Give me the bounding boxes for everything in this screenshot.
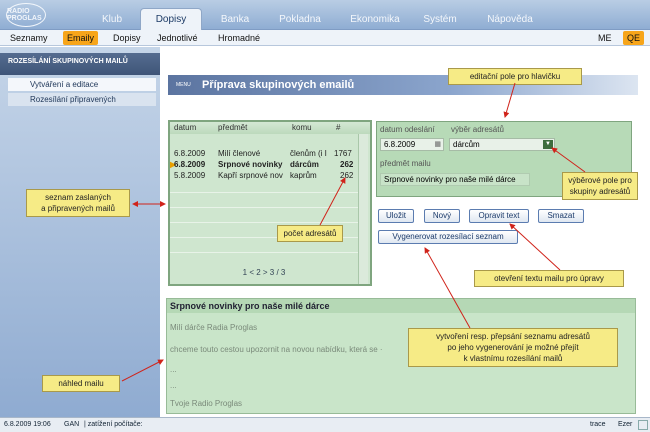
edit-text-button[interactable]: Opravit text (469, 209, 529, 223)
generate-list-button[interactable]: Vygenerovat rozesílací seznam (378, 230, 518, 244)
cell-predmet: Srpnové novinky (218, 160, 283, 169)
tab-dopisy[interactable]: Dopisy (140, 8, 202, 30)
date-value: 6.8.2009 (384, 140, 416, 149)
callout-list: seznam zaslaných a připravených mailů (26, 189, 130, 217)
preview-line: Tvoje Radio Proglas (170, 399, 243, 408)
col-komu[interactable]: komu (292, 123, 312, 132)
recipients-select[interactable]: dárcům ▼ (449, 138, 555, 151)
delete-button[interactable]: Smazat (538, 209, 584, 223)
save-button[interactable]: Uložit (378, 209, 414, 223)
status-lang: Ezer (618, 421, 633, 428)
preview-title: Srpnové novinky pro naše milé dárce (167, 299, 635, 313)
subtab-seznamy[interactable]: Seznamy (6, 31, 52, 45)
status-user: GAN (64, 421, 80, 428)
tab-ekonomika[interactable]: Ekonomika (345, 8, 405, 30)
grid-header: datum předmět komu # (170, 122, 370, 134)
recipients-label: výběr adresátů (451, 125, 504, 134)
subject-label: předmět mailu (380, 159, 431, 168)
tab-banka[interactable]: Banka (210, 8, 260, 30)
status-load: | zatížení počítače: (84, 421, 143, 428)
grid-line (170, 207, 358, 208)
cell-datum: 6.8.2009 (174, 149, 206, 158)
preview-line: chceme touto cestou upozornit na novou n… (170, 345, 383, 354)
status-trace[interactable]: trace (590, 421, 606, 428)
cell-predmet: Milí členové (218, 149, 261, 158)
status-bar: 6.8.2009 19:06 GAN | zatížení počítače: … (0, 417, 650, 432)
callout-count: počet adresátů (277, 225, 343, 242)
email-list-grid[interactable]: datum předmět komu # 6.8.2009 Milí členo… (168, 120, 372, 286)
subtab-me[interactable]: ME (594, 31, 616, 45)
preview-line: Milí dárče Radia Proglas (170, 323, 258, 332)
sidebar-header: ROZESÍLÁNÍ SKUPINOVÝCH MAILŮ (0, 53, 160, 75)
callout-open-text: otevření textu mailu pro úpravy (474, 270, 624, 287)
grid-line (170, 252, 358, 253)
status-datetime: 6.8.2009 19:06 (4, 421, 51, 428)
tab-klub[interactable]: Klub (92, 8, 132, 30)
subject-field[interactable]: Srpnové novinky pro naše milé dárce (380, 173, 530, 186)
grid-scrollbar[interactable] (358, 134, 368, 284)
col-predmet[interactable]: předmět (218, 123, 247, 132)
cell-datum: 6.8.2009 (174, 160, 206, 169)
cell-predmet: Kapří srpnové nov (218, 171, 283, 180)
sidebar-item-rozesilani[interactable]: Rozesílání připravených (8, 93, 156, 106)
date-label: datum odeslání (380, 125, 435, 134)
table-row[interactable]: 5.8.2009 Kapří srpnové nov kaprům 262 (170, 170, 358, 181)
callout-preview: náhled mailu (42, 375, 120, 392)
tab-napoveda[interactable]: Nápověda (480, 8, 540, 30)
radio-proglas-logo: RADIO PROGLAS (6, 3, 46, 27)
cell-datum: 5.8.2009 (174, 171, 206, 180)
cell-komu: dárcům (290, 160, 319, 169)
col-count[interactable]: # (336, 123, 340, 132)
preview-line: ... (170, 381, 177, 390)
table-row[interactable]: 6.8.2009 Milí členové členům (i I 1767 (170, 148, 358, 159)
secondary-menu-bar: Seznamy Emaily Dopisy Jednotlivé Hromadn… (0, 30, 650, 46)
grid-line (170, 222, 358, 223)
cell-count: 262 (340, 171, 354, 180)
subtab-jednotlive[interactable]: Jednotlivé (153, 31, 202, 45)
grid-pager[interactable]: 1 < 2 > 3 / 3 (170, 268, 358, 280)
subtab-dopisy[interactable]: Dopisy (109, 31, 145, 45)
callout-generate-info: vytvoření resp. přepsání seznamu adresát… (408, 328, 618, 367)
tab-system[interactable]: Systém (415, 8, 465, 30)
date-field[interactable]: 6.8.2009 ▦ (380, 138, 444, 151)
subtab-emaily[interactable]: Emaily (63, 31, 99, 45)
subtab-hromadne[interactable]: Hromadné (214, 31, 264, 45)
new-button[interactable]: Nový (424, 209, 460, 223)
cell-count: 262 (340, 160, 354, 169)
recipients-value: dárcům (453, 140, 480, 149)
callout-select-field: výběrové pole pro skupiny adresátů (562, 172, 638, 200)
preview-line: ... (170, 365, 177, 374)
sidebar: ROZESÍLÁNÍ SKUPINOVÝCH MAILŮ Vytváření a… (0, 47, 160, 417)
status-checkbox[interactable] (638, 420, 648, 430)
callout-header-field: editační pole pro hlavičku (448, 68, 582, 85)
page-title: Příprava skupinových emailů (202, 79, 355, 91)
menu-label[interactable]: MENU (176, 75, 191, 95)
table-row-selected[interactable]: ▶ 6.8.2009 Srpnové novinky dárcům 262 (170, 159, 358, 170)
calendar-icon[interactable]: ▦ (434, 139, 441, 150)
grid-line (170, 192, 358, 193)
cell-komu: kaprům (290, 171, 317, 180)
cell-count: 1767 (334, 149, 352, 158)
sidebar-item-vytvareni[interactable]: Vytváření a editace (8, 78, 156, 91)
chevron-down-icon[interactable]: ▼ (543, 140, 553, 149)
subtab-qe[interactable]: QE (623, 31, 645, 45)
cell-komu: členům (i I (290, 149, 327, 158)
col-datum[interactable]: datum (174, 123, 196, 132)
top-navigation-bar: RADIO PROGLAS Klub Dopisy Banka Pokladna… (0, 0, 650, 30)
tab-pokladna[interactable]: Pokladna (270, 8, 330, 30)
